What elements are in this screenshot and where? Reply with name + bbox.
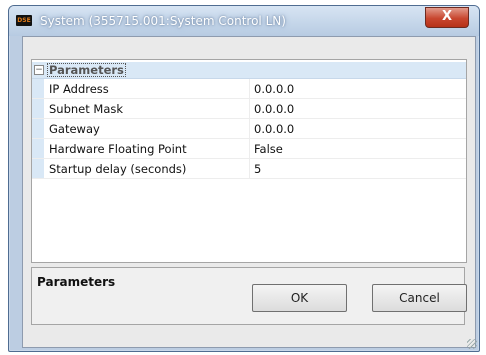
- property-name: Subnet Mask: [49, 102, 124, 116]
- property-row-gateway[interactable]: Gateway 0.0.0.0: [32, 119, 466, 139]
- category-label: Parameters: [47, 63, 126, 77]
- title-bar[interactable]: DSE System (355715.001:System Control LN…: [9, 6, 479, 36]
- property-value[interactable]: 0.0.0.0: [254, 122, 294, 136]
- help-title: Parameters: [37, 275, 116, 289]
- property-name: Hardware Floating Point: [49, 142, 187, 156]
- property-value[interactable]: 5: [254, 162, 261, 176]
- ok-button[interactable]: OK: [252, 284, 347, 312]
- cancel-button[interactable]: Cancel: [372, 284, 467, 312]
- property-name: Gateway: [49, 122, 100, 136]
- property-row-startup-delay[interactable]: Startup delay (seconds) 5: [32, 159, 466, 179]
- property-row-subnet-mask[interactable]: Subnet Mask 0.0.0.0: [32, 99, 466, 119]
- resize-grip-icon[interactable]: [467, 339, 477, 349]
- property-value[interactable]: 0.0.0.0: [254, 102, 294, 116]
- property-value[interactable]: False: [254, 142, 283, 156]
- property-value[interactable]: 0.0.0.0: [254, 82, 294, 96]
- window-title: System (355715.001:System Control LN): [40, 14, 286, 28]
- property-grid: − Parameters IP Address 0.0.0.0 Subnet M…: [31, 59, 467, 263]
- property-row-hardware-floating-point[interactable]: Hardware Floating Point False: [32, 139, 466, 159]
- collapse-icon[interactable]: −: [34, 65, 44, 75]
- app-icon: DSE: [16, 15, 32, 26]
- property-name: Startup delay (seconds): [49, 162, 187, 176]
- property-row-ip-address[interactable]: IP Address 0.0.0.0: [32, 79, 466, 99]
- property-name: IP Address: [49, 82, 109, 96]
- category-row-parameters[interactable]: − Parameters: [32, 62, 466, 79]
- close-button[interactable]: X: [425, 7, 469, 28]
- dialog-window: DSE System (355715.001:System Control LN…: [8, 5, 480, 352]
